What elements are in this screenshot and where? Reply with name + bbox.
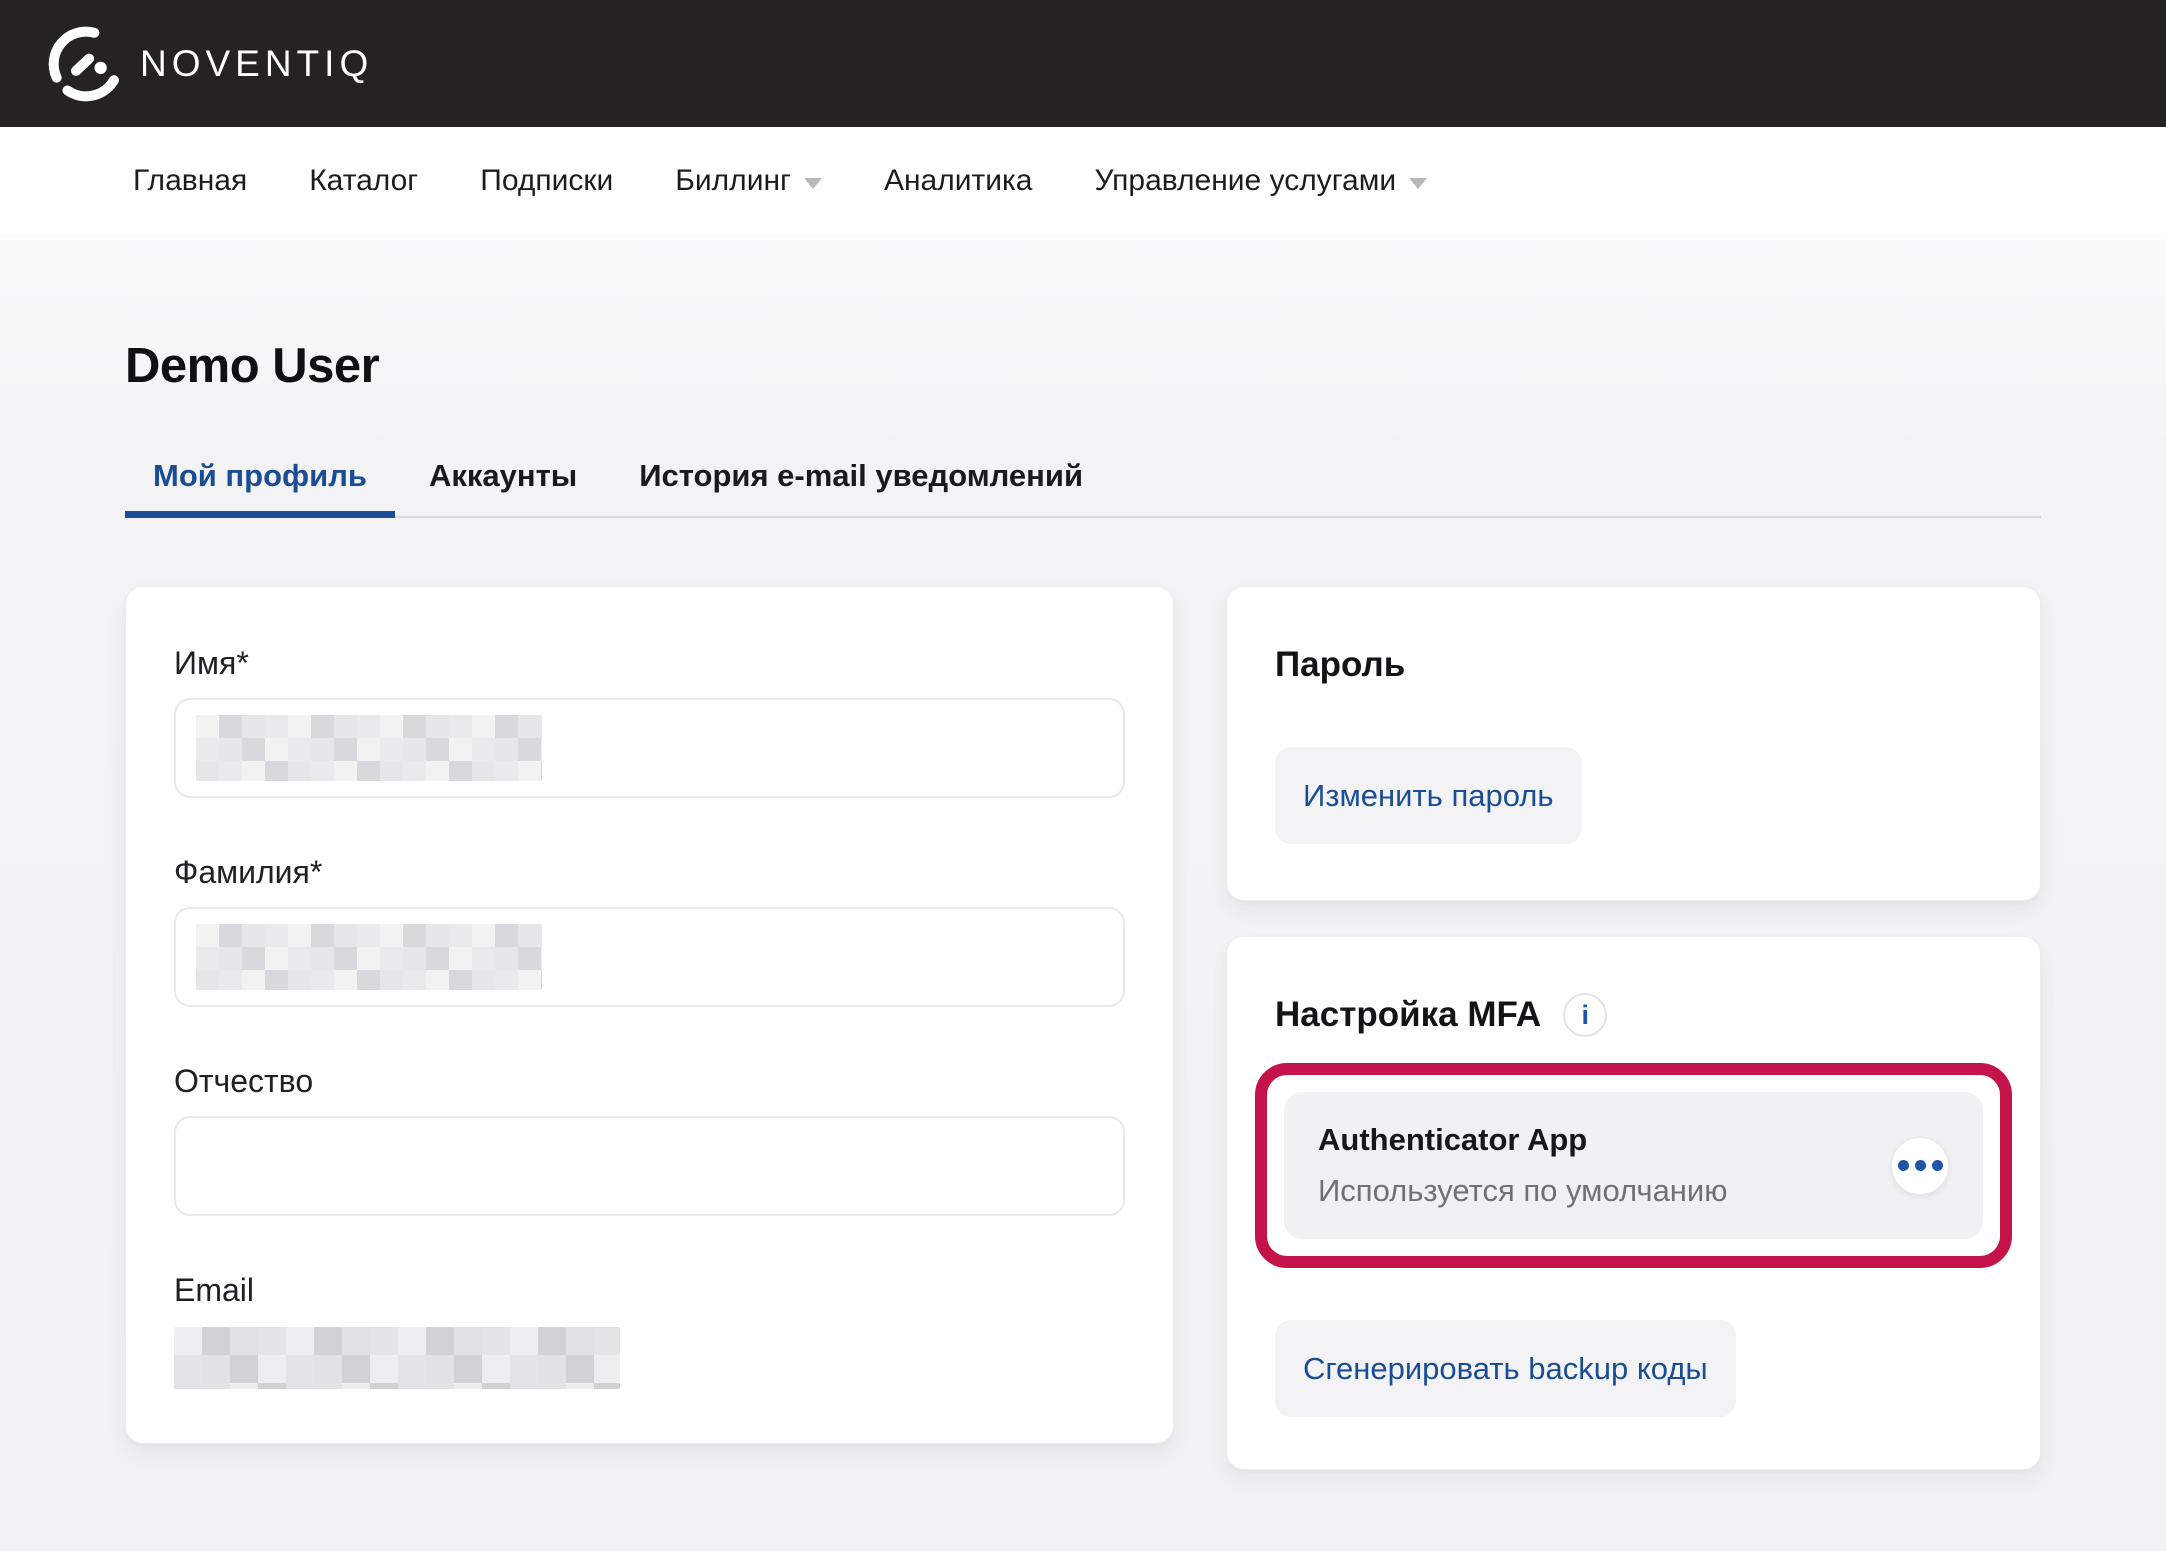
nav-item-subscriptions[interactable]: Подписки	[480, 164, 613, 198]
mfa-method-status: Используется по умолчанию	[1318, 1173, 1728, 1209]
content-columns: Имя* Фамилия* Отчество Email	[125, 586, 2041, 1470]
email-label: Email	[174, 1272, 1125, 1309]
password-card: Пароль Изменить пароль	[1226, 586, 2041, 901]
mfa-method-item: Authenticator App Используется по умолча…	[1284, 1092, 1983, 1239]
middle-name-label: Отчество	[174, 1063, 1125, 1100]
nav-item-label: Главная	[133, 164, 247, 198]
nav-item-catalog[interactable]: Каталог	[309, 164, 418, 198]
password-card-title: Пароль	[1275, 645, 1992, 685]
nav-item-label: Подписки	[480, 164, 613, 198]
nav-item-label: Каталог	[309, 164, 418, 198]
nav-item-label: Биллинг	[675, 164, 791, 198]
ellipsis-dot-icon	[1898, 1160, 1909, 1171]
first-name-field-group: Имя*	[174, 645, 1125, 798]
ellipsis-dot-icon	[1915, 1160, 1926, 1171]
nav-item-home[interactable]: Главная	[133, 164, 247, 198]
last-name-label: Фамилия*	[174, 854, 1125, 891]
nav-item-analytics[interactable]: Аналитика	[884, 164, 1033, 198]
ellipsis-dot-icon	[1932, 1160, 1943, 1171]
mfa-method-menu-button[interactable]	[1891, 1137, 1949, 1195]
nav-item-billing[interactable]: Биллинг	[675, 164, 822, 198]
email-value-redacted	[174, 1327, 620, 1389]
email-field-group: Email	[174, 1272, 1125, 1389]
nav-item-label: Аналитика	[884, 164, 1033, 198]
middle-name-input[interactable]	[174, 1116, 1125, 1216]
top-header: NOVENTIQ	[0, 0, 2166, 127]
last-name-field-group: Фамилия*	[174, 854, 1125, 1007]
mfa-title-row: Настройка MFA i	[1275, 993, 1992, 1037]
info-icon[interactable]: i	[1563, 993, 1607, 1037]
nav-item-label: Управление услугами	[1094, 164, 1396, 198]
mfa-method-name: Authenticator App	[1318, 1122, 1728, 1158]
last-name-input[interactable]	[174, 907, 1125, 1007]
mfa-card-title: Настройка MFA	[1275, 995, 1541, 1035]
first-name-label: Имя*	[174, 645, 1125, 682]
tab-email-notification-history[interactable]: История e-mail уведомлений	[611, 458, 1111, 516]
mfa-method-text: Authenticator App Используется по умолча…	[1318, 1122, 1728, 1209]
brand-wordmark: NOVENTIQ	[140, 43, 373, 85]
first-name-value-redacted	[196, 715, 542, 781]
brand-logo[interactable]: NOVENTIQ	[46, 22, 373, 106]
chevron-down-icon	[1409, 178, 1427, 189]
chevron-down-icon	[804, 178, 822, 189]
page-content: Demo User Мой профиль Аккаунты История e…	[0, 235, 2166, 1551]
noventiq-mark-icon	[46, 22, 126, 106]
middle-name-field-group: Отчество	[174, 1063, 1125, 1216]
generate-backup-codes-button[interactable]: Сгенерировать backup коды	[1275, 1320, 1736, 1417]
page-title: Demo User	[125, 235, 2041, 394]
tab-my-profile[interactable]: Мой профиль	[125, 458, 395, 516]
profile-form-card: Имя* Фамилия* Отчество Email	[125, 586, 1174, 1444]
main-navigation: Главная Каталог Подписки Биллинг Аналити…	[0, 127, 2166, 235]
profile-tabs: Мой профиль Аккаунты История e-mail увед…	[125, 458, 2041, 518]
change-password-button[interactable]: Изменить пароль	[1275, 747, 1582, 844]
last-name-value-redacted	[196, 924, 542, 990]
mfa-settings-card: Настройка MFA i Authenticator App Исполь…	[1226, 936, 2041, 1470]
mfa-method-highlight-annotation: Authenticator App Используется по умолча…	[1255, 1063, 2012, 1268]
nav-item-service-management[interactable]: Управление услугами	[1094, 164, 1427, 198]
tab-accounts[interactable]: Аккаунты	[401, 458, 605, 516]
first-name-input[interactable]	[174, 698, 1125, 798]
right-column: Пароль Изменить пароль Настройка MFA i A…	[1226, 586, 2041, 1470]
